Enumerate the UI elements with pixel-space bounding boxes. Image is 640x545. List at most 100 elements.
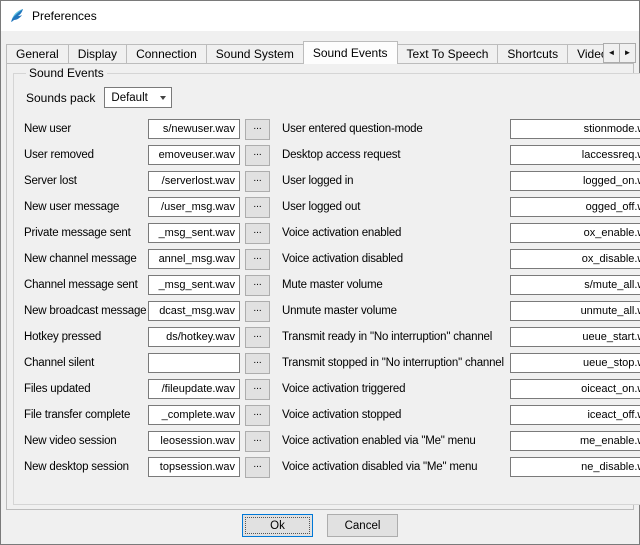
sound-event-label: File transfer complete [24,409,148,421]
sound-file-input[interactable] [510,275,640,295]
sounds-pack-select[interactable]: Default [104,87,172,108]
sound-event-row: User logged out... [282,194,640,220]
sound-file-input[interactable] [510,431,640,451]
sound-file-input[interactable] [510,301,640,321]
sound-file-input[interactable] [510,223,640,243]
browse-button[interactable]: ... [245,223,270,244]
sound-event-row: Private message sent... [24,220,270,246]
sound-file-input[interactable] [148,405,240,425]
sound-file-input[interactable] [510,171,640,191]
sound-event-label: User entered question-mode [282,123,510,135]
browse-button[interactable]: ... [245,197,270,218]
sound-event-label: User removed [24,149,148,161]
sound-file-input[interactable] [148,275,240,295]
sound-event-label: Hotkey pressed [24,331,148,343]
sound-event-row: Voice activation enabled... [282,220,640,246]
ok-button[interactable]: Ok [242,514,313,537]
sound-events-column-right: User entered question-mode...Desktop acc… [282,116,640,480]
sound-event-row: Hotkey pressed... [24,324,270,350]
sound-file-input[interactable] [148,171,240,191]
browse-button[interactable]: ... [245,353,270,374]
sound-event-row: New desktop session... [24,454,270,480]
sound-file-input[interactable] [510,457,640,477]
browse-button[interactable]: ... [245,145,270,166]
sound-file-input[interactable] [148,145,240,165]
groupbox-title: Sound Events [26,66,107,80]
sound-event-row: User logged in... [282,168,640,194]
tab-scroll-right-button[interactable]: ► [619,43,636,63]
tab-shortcuts[interactable]: Shortcuts [497,44,568,63]
sound-event-row: New user message... [24,194,270,220]
tab-text-to-speech[interactable]: Text To Speech [397,44,499,63]
sound-file-input[interactable] [148,457,240,477]
sound-event-label: Voice activation enabled via "Me" menu [282,435,510,447]
sound-event-row: Channel silent... [24,350,270,376]
sound-file-input[interactable] [148,301,240,321]
sound-event-label: Files updated [24,383,148,395]
sound-event-label: Private message sent [24,227,148,239]
sound-file-input[interactable] [510,249,640,269]
sound-event-label: Voice activation triggered [282,383,510,395]
sound-event-label: New user message [24,201,148,213]
browse-button[interactable]: ... [245,249,270,270]
sound-event-label: New channel message [24,253,148,265]
sound-event-row: Voice activation enabled via "Me" menu..… [282,428,640,454]
tab-sound-system[interactable]: Sound System [206,44,304,63]
sound-file-input[interactable] [148,249,240,269]
sound-file-input[interactable] [148,327,240,347]
sound-event-label: User logged out [282,201,510,213]
tab-scroll-left-button[interactable]: ◄ [603,43,620,63]
browse-button[interactable]: ... [245,119,270,140]
chevron-down-icon [160,96,166,100]
browse-button[interactable]: ... [245,405,270,426]
cancel-button[interactable]: Cancel [327,514,398,537]
sound-event-row: Unmute master volume... [282,298,640,324]
sound-event-row: File transfer complete... [24,402,270,428]
browse-button[interactable]: ... [245,379,270,400]
sound-event-row: Files updated... [24,376,270,402]
sound-file-input[interactable] [510,405,640,425]
sound-event-row: New user... [24,116,270,142]
tab-scroll-group: ◄ ► [604,43,636,63]
titlebar[interactable]: Preferences [1,1,639,31]
sound-events-groupbox: Sound Events Sounds pack Default New use… [13,66,640,505]
sound-event-label: Unmute master volume [282,305,510,317]
browse-button[interactable]: ... [245,275,270,296]
tab-general[interactable]: General [6,44,69,63]
sound-file-input[interactable] [148,119,240,139]
sound-event-label: New desktop session [24,461,148,473]
tab-bar: GeneralDisplayConnectionSound SystemSoun… [1,39,639,63]
browse-button[interactable]: ... [245,457,270,478]
sound-event-row: User removed... [24,142,270,168]
sounds-pack-row: Sounds pack Default [26,87,640,108]
browse-button[interactable]: ... [245,431,270,452]
sound-event-label: Transmit stopped in "No interruption" ch… [282,357,510,369]
sound-event-row: Voice activation disabled... [282,246,640,272]
sound-file-input[interactable] [148,223,240,243]
tab-sound-events[interactable]: Sound Events [303,41,398,64]
sound-file-input[interactable] [510,327,640,347]
tab-strip: GeneralDisplayConnectionSound SystemSoun… [6,41,605,63]
sound-event-row: Voice activation stopped... [282,402,640,428]
sound-file-input[interactable] [510,119,640,139]
sound-file-input[interactable] [510,379,640,399]
sound-event-row: Mute master volume... [282,272,640,298]
sound-event-row: Channel message sent... [24,272,270,298]
sound-event-label: Mute master volume [282,279,510,291]
tab-video[interactable]: Video [567,44,605,63]
browse-button[interactable]: ... [245,301,270,322]
sound-file-input[interactable] [510,353,640,373]
sound-file-input[interactable] [148,353,240,373]
tab-connection[interactable]: Connection [126,44,207,63]
browse-button[interactable]: ... [245,327,270,348]
sound-event-label: Voice activation disabled via "Me" menu [282,461,510,473]
window-title: Preferences [32,9,97,23]
browse-button[interactable]: ... [245,171,270,192]
sound-event-label: New video session [24,435,148,447]
sound-file-input[interactable] [148,197,240,217]
sound-file-input[interactable] [510,197,640,217]
sound-file-input[interactable] [148,431,240,451]
sound-file-input[interactable] [510,145,640,165]
sound-file-input[interactable] [148,379,240,399]
tab-display[interactable]: Display [68,44,127,63]
